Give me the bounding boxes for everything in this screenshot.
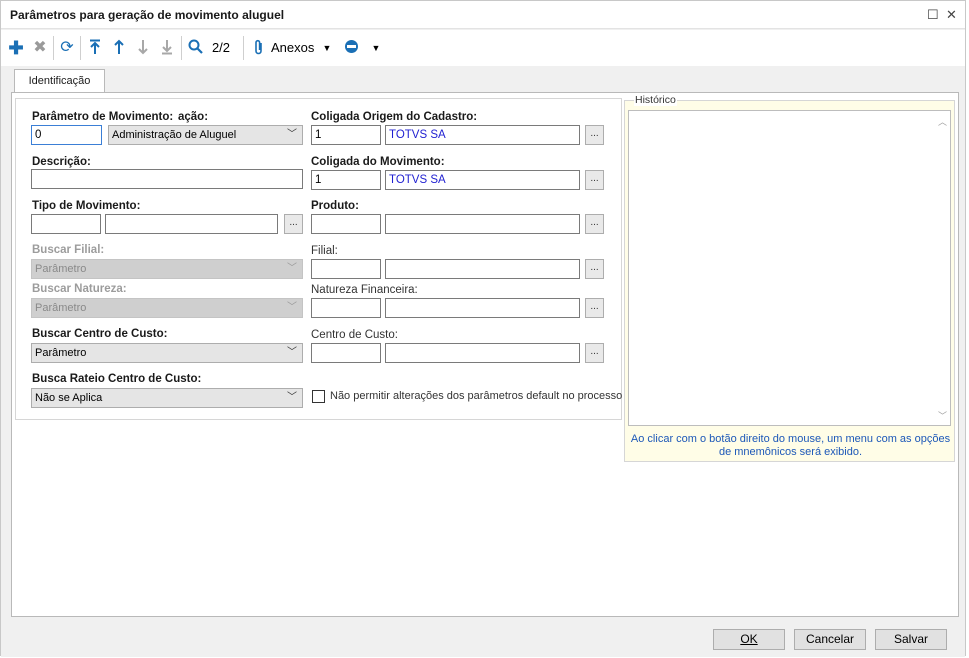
centro-custo-label: Centro de Custo: <box>311 329 398 341</box>
dialog-window: Parâmetros para geração de movimento alu… <box>0 0 966 657</box>
toolbar-separator <box>243 36 244 60</box>
produto-lookup-button[interactable]: ... <box>585 214 604 234</box>
attachments-button[interactable]: Anexos <box>271 39 317 57</box>
historico-hint: Ao clicar com o botão direito do mouse, … <box>630 433 951 458</box>
busca-rateio-value: Não se Aplica <box>35 392 103 404</box>
ok-button[interactable]: OK <box>713 629 785 650</box>
buscar-natureza-value: Parâmetro <box>35 302 87 314</box>
coligada-movimento-label: Coligada do Movimento: <box>311 156 445 168</box>
historico-group: ︿ ﹀ Ao clicar com o botão direito do mou… <box>624 100 955 462</box>
save-button-label: Salvar <box>893 632 928 646</box>
default-params-checkbox-label: Não permitir alterações dos parâmetros d… <box>330 390 623 402</box>
natureza-code-input[interactable] <box>311 298 381 318</box>
last-record-icon[interactable] <box>158 39 176 57</box>
descricao-input[interactable] <box>31 169 303 189</box>
chevron-down-icon: ﹀ <box>287 129 297 140</box>
tab-identificacao[interactable]: Identificação <box>14 69 105 93</box>
tipo-movimento-name-input[interactable] <box>105 214 278 234</box>
buscar-cc-label: Buscar Centro de Custo: <box>32 328 168 340</box>
buscar-filial-label: Buscar Filial: <box>32 244 105 256</box>
filial-name-input[interactable] <box>385 259 580 279</box>
chevron-down-icon: ﹀ <box>287 392 297 403</box>
busca-rateio-label: Busca Rateio Centro de Custo: <box>32 373 202 385</box>
toolbar-separator <box>53 36 54 60</box>
toolbar-separator <box>80 36 81 60</box>
chevron-down-icon: ﹀ <box>287 263 297 274</box>
centro-custo-name-input[interactable] <box>385 343 580 363</box>
busca-rateio-select[interactable]: Não se Aplica ﹀ <box>31 388 303 408</box>
buscar-cc-value: Parâmetro <box>35 347 87 359</box>
coligada-movimento-code-input[interactable]: 1 <box>311 170 381 190</box>
refresh-icon[interactable]: ⟳ <box>58 39 76 57</box>
chevron-down-icon: ﹀ <box>287 347 297 358</box>
tipo-movimento-code-input[interactable] <box>31 214 101 234</box>
coligada-origem-lookup-button[interactable]: ... <box>585 125 604 145</box>
chevron-down-icon[interactable]: ▼ <box>371 39 381 57</box>
identification-group: Parâmetro de Movimento: ação: 0 Administ… <box>15 98 622 420</box>
chevron-down-icon: ﹀ <box>287 302 297 313</box>
save-button[interactable]: Salvar <box>875 629 947 650</box>
toolbar: ✚ ✖ ⟳ 2/2 Anexos ▼ ▼ <box>1 30 965 66</box>
search-icon[interactable] <box>186 39 204 57</box>
natureza-lookup-button[interactable]: ... <box>585 298 604 318</box>
first-record-icon[interactable] <box>86 39 104 57</box>
ok-button-label: OK <box>740 632 758 646</box>
report-icon[interactable] <box>342 39 360 57</box>
window-title: Parâmetros para geração de movimento alu… <box>10 8 285 22</box>
record-counter: 2/2 <box>211 40 231 55</box>
historico-legend: Histórico <box>634 94 677 106</box>
buscar-filial-value: Parâmetro <box>35 263 87 275</box>
coligada-origem-code-input[interactable]: 1 <box>311 125 381 145</box>
chevron-down-icon[interactable]: ▼ <box>322 39 332 57</box>
buscar-natureza-select: Parâmetro ﹀ <box>31 298 303 318</box>
coligada-movimento-name-input[interactable]: TOTVS SA <box>385 170 580 190</box>
centro-custo-lookup-button[interactable]: ... <box>585 343 604 363</box>
param-label: Parâmetro de Movimento: <box>32 111 174 123</box>
coligada-origem-label: Coligada Origem do Cadastro: <box>311 111 478 123</box>
historico-textarea[interactable]: ︿ ﹀ <box>628 110 951 426</box>
toolbar-separator <box>181 36 182 60</box>
delete-icon[interactable]: ✖ <box>31 39 49 57</box>
produto-name-input[interactable] <box>385 214 580 234</box>
natureza-financeira-label: Natureza Financeira: <box>311 284 418 296</box>
maximize-icon[interactable]: ☐ <box>927 7 939 23</box>
tipo-movimento-lookup-button[interactable]: ... <box>284 214 303 234</box>
default-params-checkbox[interactable] <box>312 390 325 403</box>
filial-code-input[interactable] <box>311 259 381 279</box>
filial-label: Filial: <box>311 245 338 257</box>
previous-record-icon[interactable] <box>110 39 128 57</box>
cancel-button[interactable]: Cancelar <box>794 629 866 650</box>
cancel-button-label: Cancelar <box>805 632 855 646</box>
paperclip-icon[interactable] <box>252 39 266 57</box>
plus-icon[interactable]: ✚ <box>7 39 25 57</box>
centro-custo-code-input[interactable] <box>311 343 381 363</box>
param-select[interactable]: Administração de Aluguel ﹀ <box>108 125 303 145</box>
coligada-movimento-lookup-button[interactable]: ... <box>585 170 604 190</box>
title-bar: Parâmetros para geração de movimento alu… <box>1 1 965 29</box>
tipo-movimento-label: Tipo de Movimento: <box>32 200 141 212</box>
produto-code-input[interactable] <box>311 214 381 234</box>
filial-lookup-button[interactable]: ... <box>585 259 604 279</box>
buscar-filial-select: Parâmetro ﹀ <box>31 259 303 279</box>
param-code-input[interactable]: 0 <box>31 125 102 145</box>
param-label-overlap: ação: <box>177 111 209 123</box>
buscar-cc-select[interactable]: Parâmetro ﹀ <box>31 343 303 363</box>
close-icon[interactable]: ✕ <box>946 7 957 23</box>
scroll-up-icon[interactable]: ︿ <box>938 115 947 128</box>
param-select-value: Administração de Aluguel <box>112 129 237 141</box>
next-record-icon[interactable] <box>134 39 152 57</box>
scroll-down-icon[interactable]: ﹀ <box>938 409 947 422</box>
natureza-name-input[interactable] <box>385 298 580 318</box>
coligada-origem-name-input[interactable]: TOTVS SA <box>385 125 580 145</box>
descricao-label: Descrição: <box>32 156 91 168</box>
produto-label: Produto: <box>311 200 359 212</box>
buscar-natureza-label: Buscar Natureza: <box>32 283 127 295</box>
